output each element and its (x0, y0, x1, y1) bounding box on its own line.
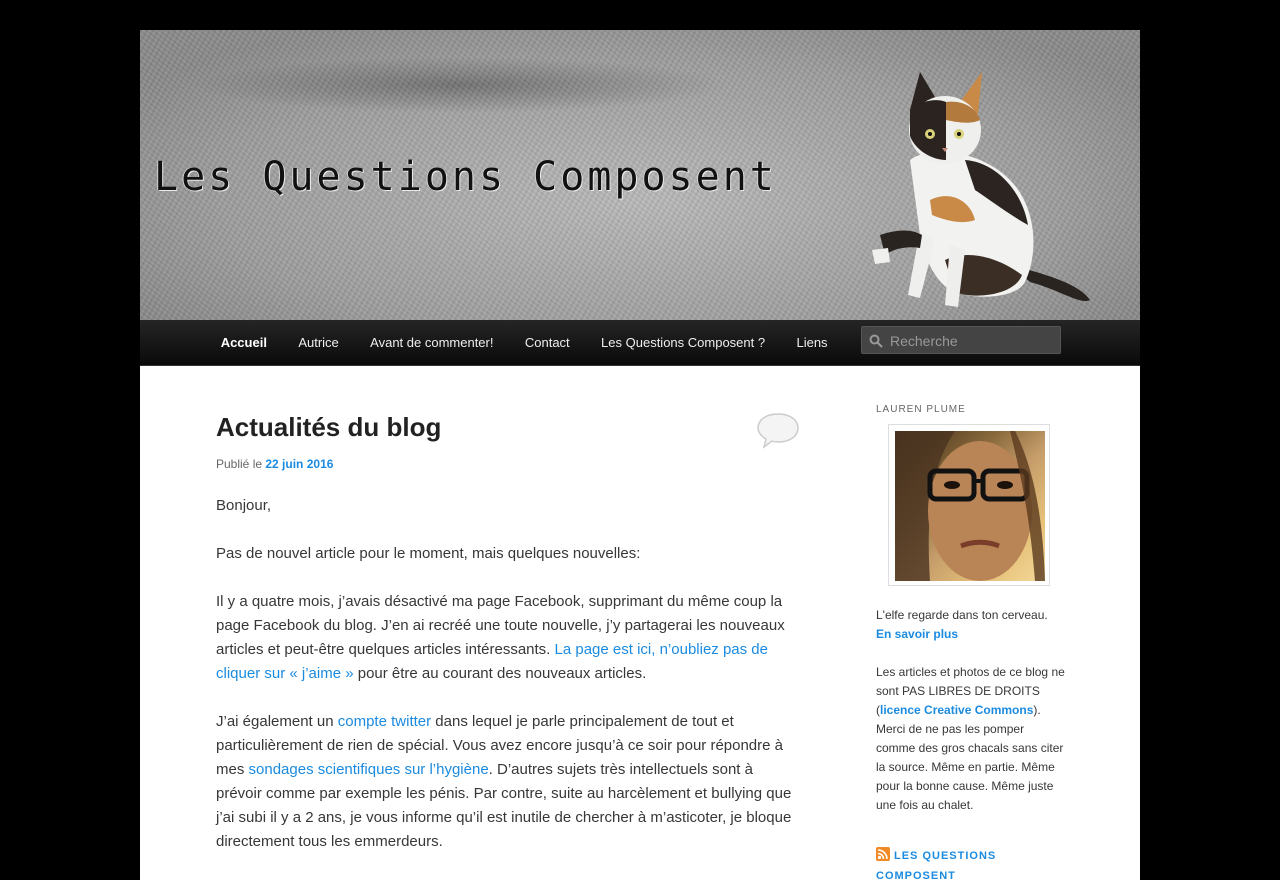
paragraph: Pas de nouvel article pour le moment, ma… (216, 545, 641, 562)
rss-icon[interactable] (876, 847, 890, 861)
site-title[interactable]: Les Questions Composent (154, 154, 777, 200)
survey-link[interactable]: sondages scientifiques sur l’hygiène (249, 761, 489, 778)
author-photo-frame[interactable] (888, 424, 1050, 586)
author-bio: L'elfe regarde dans ton cerveau. En savo… (876, 606, 1066, 644)
copyright-notice: Les articles et photos de ce blog ne son… (876, 663, 1066, 815)
page: Les Questions Composent Accueil Autrice … (140, 30, 1140, 880)
nav-item-liens[interactable]: Liens (781, 320, 843, 365)
bio-text: L'elfe regarde dans ton cerveau. (876, 608, 1048, 622)
nav-item-autrice[interactable]: Autrice (283, 320, 355, 365)
cat-image (872, 72, 1090, 307)
post-body: Bonjour, Pas de nouvel article pour le m… (216, 494, 796, 878)
post-title[interactable]: Actualités du blog (216, 410, 441, 444)
rights-text: ). Merci de ne pas les pomper comme des … (876, 703, 1064, 812)
header-banner[interactable]: Les Questions Composent (140, 30, 1140, 320)
paragraph-text: J’ai également un (216, 713, 338, 730)
main-navigation: Accueil Autrice Avant de commenter! Cont… (140, 320, 1140, 366)
nav-item-accueil[interactable]: Accueil (205, 320, 283, 365)
comment-bubble-icon[interactable] (756, 412, 800, 450)
paragraph-text: pour être au courant des nouveaux articl… (353, 665, 647, 682)
post-date-link[interactable]: 22 juin 2016 (265, 457, 333, 471)
author-photo[interactable] (895, 431, 1045, 581)
paragraph: Il y a quatre mois, j’avais désactivé ma… (216, 590, 796, 686)
meta-prefix: Publié le (216, 457, 266, 471)
learn-more-link[interactable]: En savoir plus (876, 627, 958, 641)
creative-commons-link[interactable]: licence Creative Commons (880, 703, 1033, 717)
search-input[interactable] (888, 330, 1060, 352)
search-icon (869, 334, 883, 348)
author-photo-art (895, 431, 1045, 581)
post-meta: Publié le 22 juin 2016 (216, 457, 333, 471)
twitter-link[interactable]: compte twitter (338, 713, 431, 730)
widget-title: LAUREN PLUME (876, 404, 966, 415)
rss-widget: Les Questions Composent (876, 846, 1066, 880)
nav-item-les-questions-composent[interactable]: Les Questions Composent ? (585, 320, 780, 365)
search-box[interactable] (861, 326, 1061, 354)
rss-feed-link[interactable]: Les Questions Composent (876, 850, 996, 880)
nav-item-contact[interactable]: Contact (509, 320, 585, 365)
paragraph: Bonjour, (216, 497, 272, 514)
paragraph: J’ai également un compte twitter dans le… (216, 710, 796, 854)
nav-item-avant-de-commenter[interactable]: Avant de commenter! (354, 320, 509, 365)
